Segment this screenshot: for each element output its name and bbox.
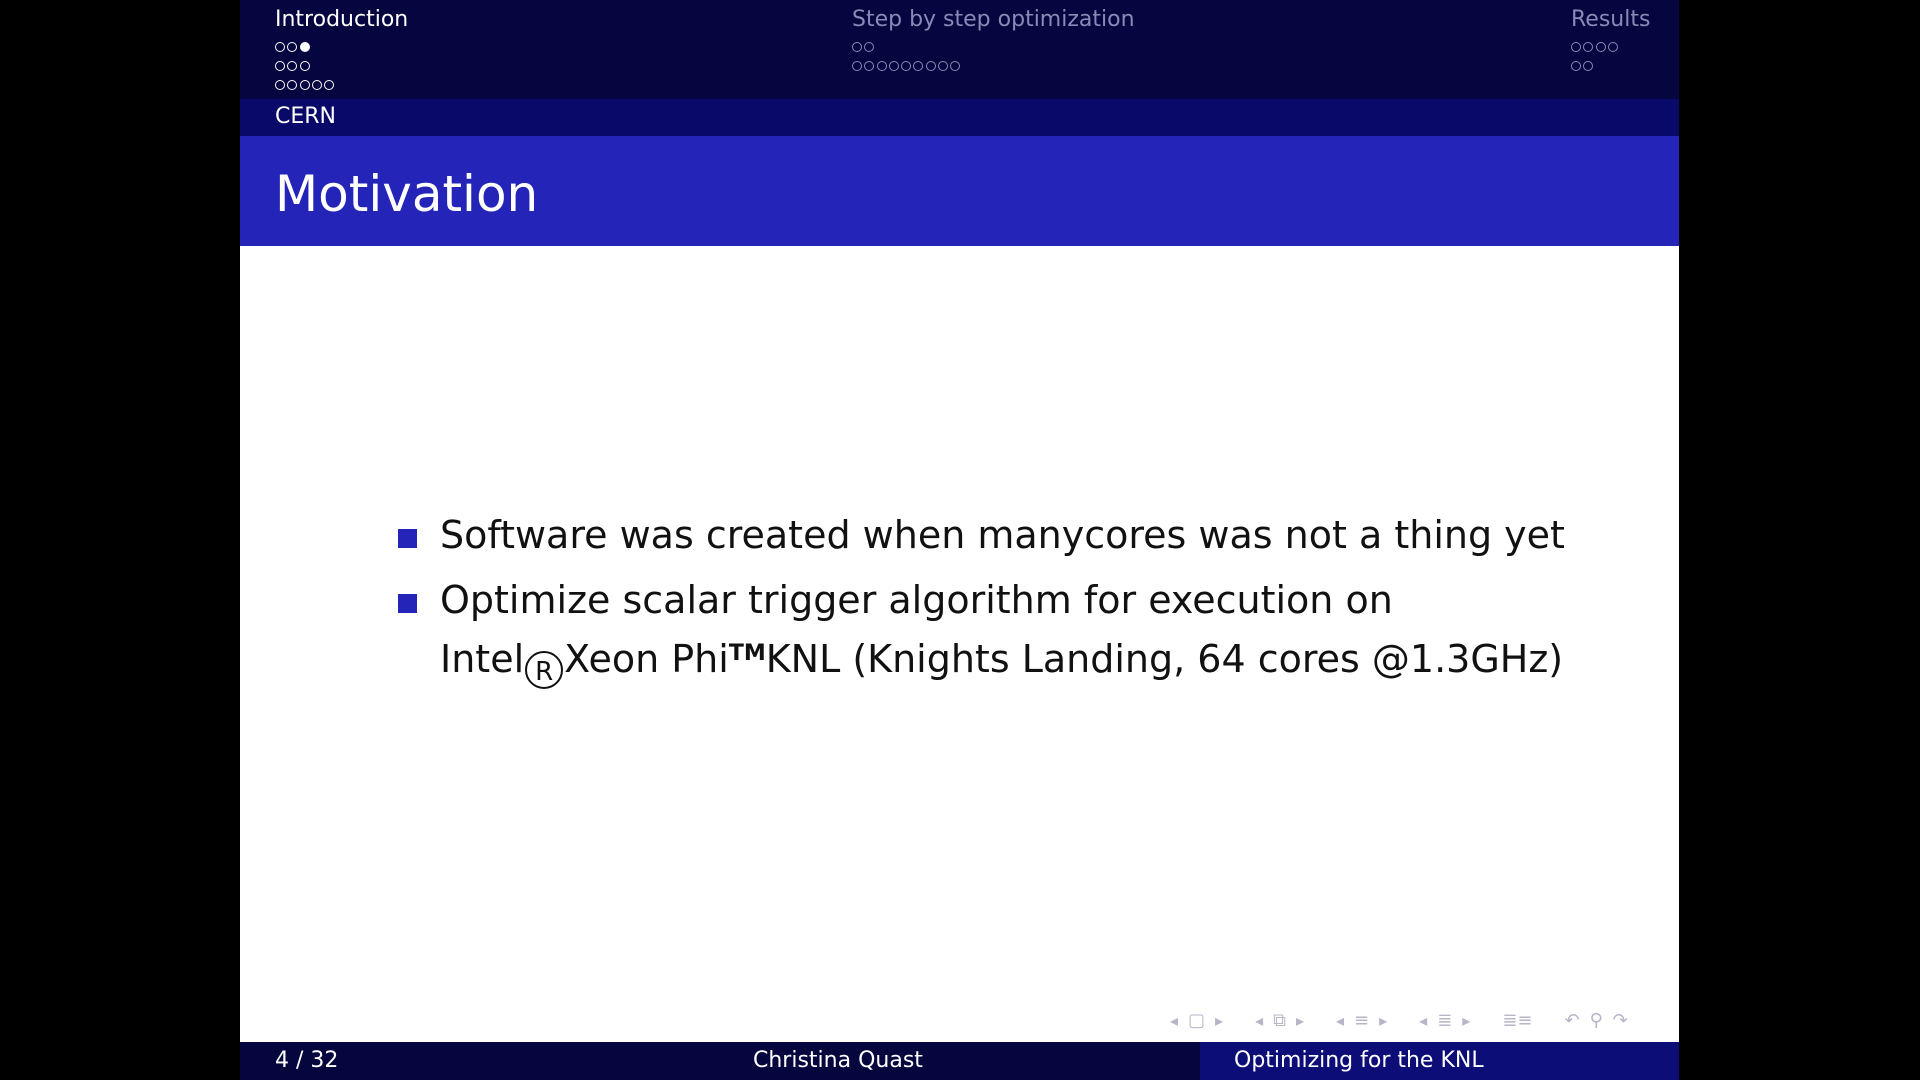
bullet-item: Optimize scalar trigger algorithm for ex… <box>398 573 1628 689</box>
slide-dot-icon[interactable] <box>950 60 961 71</box>
frame-nav-icon[interactable]: ▢ <box>1188 1010 1205 1031</box>
left-arrow-icon[interactable]: ◂ <box>1336 1011 1344 1030</box>
square-bullet-icon <box>398 529 417 548</box>
slide-dot-icon[interactable] <box>1595 41 1606 52</box>
slide-dot-icon[interactable] <box>1607 41 1618 52</box>
slide-dots <box>852 37 1135 75</box>
slide-dot-row <box>852 37 1135 56</box>
section-navigation-bar: Introduction Step by step optimization R… <box>240 0 1679 99</box>
left-arrow-icon[interactable]: ◂ <box>1419 1011 1427 1030</box>
forward-icon[interactable]: ↷ <box>1613 1010 1628 1031</box>
bullet-text: Software was created when manycores was … <box>440 513 1565 557</box>
slide-dot-icon[interactable] <box>1583 41 1594 52</box>
nav-section-title[interactable]: Results <box>1571 7 1650 33</box>
nav-section-title[interactable]: Step by step optimization <box>852 7 1135 33</box>
back-icon[interactable]: ↶ <box>1564 1010 1579 1031</box>
slide-dot-row <box>852 56 1135 75</box>
slide: Introduction Step by step optimization R… <box>240 0 1679 1080</box>
history-nav[interactable]: ↶ ⚲ ↷ <box>1559 1010 1632 1031</box>
slide-dot-row <box>1571 56 1650 75</box>
beamer-navigation-symbols: ◂ ▢ ▸ ◂ ⧉ ▸ ◂ ≡ ▸ ◂ ≣ ▸ ≣≡ ↶ ⚲ ↷ <box>1165 1006 1655 1034</box>
subsection-bar: CERN <box>240 99 1679 136</box>
registered-mark: R <box>525 651 564 689</box>
author-name: Christina Quast <box>753 1048 923 1073</box>
trademark-mark: TM <box>728 641 766 666</box>
slide-dot-icon[interactable] <box>275 60 285 71</box>
bullet-list: Software was created when manycores was … <box>398 508 1628 700</box>
slide-dot-icon[interactable] <box>901 60 912 71</box>
slide-dot-icon[interactable] <box>864 41 875 52</box>
nav-section-introduction[interactable]: Introduction <box>275 7 408 94</box>
search-icon[interactable]: ⚲ <box>1590 1010 1603 1031</box>
bullet-item: Software was created when manycores was … <box>398 508 1628 562</box>
subsection-nav[interactable]: ◂ ≡ ▸ <box>1331 1010 1392 1031</box>
slide-dot-icon[interactable] <box>287 60 298 71</box>
slide-dot-icon[interactable] <box>324 79 335 90</box>
frame-title-bar: Motivation <box>240 136 1679 246</box>
nav-section-step-by-step[interactable]: Step by step optimization <box>852 7 1135 75</box>
frame-title: Motivation <box>275 165 539 223</box>
footer-title-section: Optimizing for the KNL <box>1200 1042 1679 1080</box>
slide-dot-row <box>1571 37 1650 56</box>
nav-section-results[interactable]: Results <box>1571 7 1650 75</box>
frame-nav[interactable]: ◂ ▢ ▸ <box>1165 1010 1228 1031</box>
slide-dots <box>1571 37 1650 75</box>
toc-icon[interactable]: ≣≡ <box>1502 1010 1532 1031</box>
slide-dot-icon[interactable] <box>852 41 862 52</box>
bullet-text: Xeon Phi <box>564 637 729 681</box>
right-arrow-icon[interactable]: ▸ <box>1296 1011 1304 1030</box>
current-slide-dot-icon[interactable] <box>299 41 310 52</box>
slide-dot-icon[interactable] <box>1583 60 1594 71</box>
slide-dots <box>275 37 408 94</box>
slide-dot-icon[interactable] <box>1571 41 1581 52</box>
slide-dot-icon[interactable] <box>888 60 899 71</box>
slide-dot-icon[interactable] <box>287 41 298 52</box>
slide-dot-icon[interactable] <box>299 79 310 90</box>
presentation-title: Optimizing for the KNL <box>1234 1048 1484 1073</box>
right-arrow-icon[interactable]: ▸ <box>1462 1011 1470 1030</box>
slide-dot-icon[interactable] <box>876 60 887 71</box>
bullet-text: KNL (Knights Landing, 64 cores @1.3GHz) <box>765 637 1564 681</box>
section-nav-icon[interactable]: ≣ <box>1437 1010 1452 1031</box>
slide-dot-row <box>275 56 408 75</box>
right-arrow-icon[interactable]: ▸ <box>1379 1011 1387 1030</box>
footer-page-section: 4 / 32 <box>240 1042 750 1080</box>
footer-author-section: Christina Quast <box>750 1042 1200 1080</box>
slide-dot-icon[interactable] <box>299 60 310 71</box>
slide-dot-icon[interactable] <box>311 79 322 90</box>
slide-dot-icon[interactable] <box>1571 60 1581 71</box>
left-arrow-icon[interactable]: ◂ <box>1170 1011 1178 1030</box>
footer: 4 / 32 Christina Quast Optimizing for th… <box>240 1042 1679 1080</box>
slide-nav[interactable]: ◂ ⧉ ▸ <box>1250 1010 1309 1031</box>
slide-dot-icon[interactable] <box>938 60 949 71</box>
subsection-nav-icon[interactable]: ≡ <box>1354 1010 1369 1031</box>
square-bullet-icon <box>398 594 417 613</box>
bullet-text: Optimize scalar trigger algorithm for ex… <box>440 578 1393 622</box>
nav-section-title[interactable]: Introduction <box>275 7 408 33</box>
slide-dot-icon[interactable] <box>287 79 298 90</box>
slide-dot-icon[interactable] <box>864 60 875 71</box>
slide-dot-icon[interactable] <box>852 60 862 71</box>
slide-dot-icon[interactable] <box>913 60 924 71</box>
slide-dot-row <box>275 37 408 56</box>
toc-nav[interactable]: ≣≡ <box>1497 1010 1537 1031</box>
right-arrow-icon[interactable]: ▸ <box>1215 1011 1223 1030</box>
subsection-label: CERN <box>275 104 337 129</box>
left-arrow-icon[interactable]: ◂ <box>1255 1011 1263 1030</box>
slide-nav-icon[interactable]: ⧉ <box>1273 1010 1286 1031</box>
slide-dot-icon[interactable] <box>275 79 285 90</box>
section-nav[interactable]: ◂ ≣ ▸ <box>1414 1010 1475 1031</box>
slide-dot-row <box>275 75 408 94</box>
slide-dot-icon[interactable] <box>925 60 936 71</box>
bullet-text: Intel <box>440 637 525 681</box>
page-number: 4 / 32 <box>275 1048 339 1073</box>
slide-dot-icon[interactable] <box>275 41 285 52</box>
